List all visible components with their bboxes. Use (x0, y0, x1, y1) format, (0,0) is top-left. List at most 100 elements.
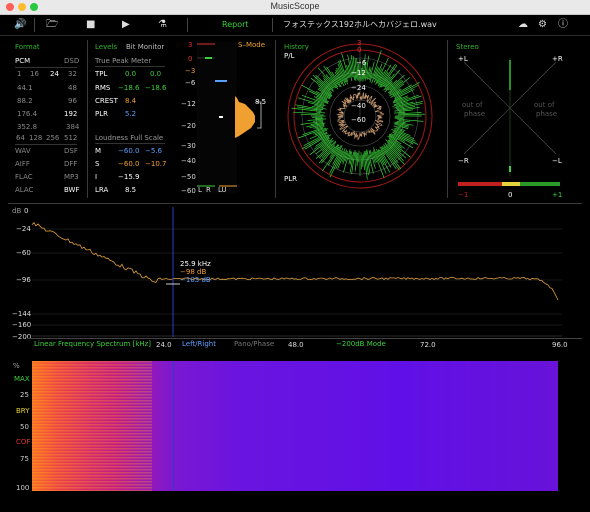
spectrum-plot (31, 207, 562, 337)
meter-tick-0: 0 (188, 55, 193, 63)
plr-label: PLR (95, 110, 108, 118)
type-wav[interactable]: WAV (15, 147, 31, 155)
bit-16[interactable]: 16 (30, 70, 39, 78)
tpl-label: TPL (95, 70, 108, 78)
history-ring-m24: −24 (351, 84, 366, 92)
cursor-value-left: −98 dB (180, 268, 207, 276)
spectrogram-label-bry: BRY (16, 407, 30, 415)
dsd-64[interactable]: 64 (16, 134, 25, 142)
s-right: −10.7 (145, 160, 167, 168)
spectrum-x-24: 24.0 (156, 341, 172, 349)
play-icon[interactable]: ▶ (122, 17, 130, 33)
correlation-bar-positive (520, 182, 560, 186)
bit-1[interactable]: 1 (17, 70, 21, 78)
type-dff[interactable]: DFF (64, 160, 77, 168)
history-ring-m40: −40 (351, 102, 366, 110)
meter-tick-m3: −3 (185, 67, 196, 75)
cloud-icon[interactable]: ☁ (518, 17, 528, 33)
dsd-128[interactable]: 128 (29, 134, 42, 142)
meter-foot-lu: LU (218, 186, 227, 194)
correlation-bar-negative (480, 182, 502, 186)
loudness-histogram (235, 96, 255, 138)
rate-192[interactable]: 192 (64, 110, 77, 118)
bit-32[interactable]: 32 (68, 70, 77, 78)
divider (8, 203, 582, 204)
divider (187, 18, 188, 32)
rate-384[interactable]: 384 (66, 123, 79, 131)
s-mode-label[interactable]: S–Mode (238, 41, 265, 49)
spectrogram-label-75: 75 (20, 455, 29, 463)
window-titlebar: MusicScope (0, 0, 590, 15)
lra-value: 8.5 (125, 186, 137, 194)
folder-icon[interactable]: 🗁 (46, 17, 58, 33)
spectrogram-label-percent: % (13, 362, 20, 370)
spectrogram-texture (32, 361, 152, 491)
left-right-tab[interactable]: Left/Right (182, 340, 216, 348)
true-peak-header: True Peak Meter (95, 57, 152, 65)
flask-icon[interactable]: ⚗ (158, 17, 167, 33)
info-icon[interactable]: ⓘ (558, 17, 568, 33)
s-label: S (95, 160, 100, 168)
type-flac[interactable]: FLAC (15, 173, 33, 181)
meter-tick-3: 3 (188, 41, 193, 49)
rate-48[interactable]: 48 (68, 84, 77, 92)
meter-tick-m12: −12 (181, 100, 196, 108)
report-button[interactable]: Report (222, 17, 249, 33)
toolbar: 🔊 🗁 ■ ▶ ⚗ Report フォステックス192ホルヘカバジェロ.wav … (0, 15, 590, 36)
levels-header: Levels (95, 43, 118, 51)
file-name: フォステックス192ホルヘカバジェロ.wav (283, 20, 437, 29)
spectrogram-label-100: 100 (16, 484, 30, 492)
tpl-right: 0.0 (150, 70, 162, 78)
tpl-left: 0.0 (125, 70, 137, 78)
rate-44-1[interactable]: 44.1 (17, 84, 33, 92)
i-value: −15.9 (118, 173, 140, 181)
stereo-scope (458, 58, 560, 186)
spectrum-x-96: 96.0 (552, 341, 568, 349)
pano-phase-tab[interactable]: Pano/Phase (234, 340, 274, 348)
meter-tick-m40: −40 (181, 157, 196, 165)
rate-96[interactable]: 96 (68, 97, 77, 105)
correlation-bar-negative (458, 182, 480, 186)
meter-foot-r: R (206, 186, 211, 194)
m-label: M (95, 147, 102, 155)
spectrum-mode-title[interactable]: Linear Frequency Spectrum [kHz] (34, 340, 151, 348)
cursor-frequency: 25.9 kHz (180, 260, 211, 268)
bit-24[interactable]: 24 (50, 70, 59, 78)
spectrogram-label-50: 50 (20, 423, 29, 431)
type-bwf[interactable]: BWF (64, 186, 80, 194)
gear-icon[interactable]: ⚙ (538, 17, 547, 33)
type-aiff[interactable]: AIFF (15, 160, 30, 168)
minus-200db-mode-tab[interactable]: −200dB Mode (336, 340, 386, 348)
rms-left: −18.6 (118, 84, 140, 92)
history-top-0: 0 (357, 46, 362, 54)
meter-bg (197, 42, 237, 194)
spectrogram-cursor-line[interactable] (173, 361, 174, 491)
dsd-label: DSD (64, 57, 80, 65)
stop-icon[interactable]: ■ (86, 17, 95, 33)
dsd-256[interactable]: 256 (46, 134, 59, 142)
meter-tick-m20: −20 (181, 122, 196, 130)
type-dsf[interactable]: DSF (64, 147, 78, 155)
rate-352-8[interactable]: 352.8 (17, 123, 37, 131)
rate-176-4[interactable]: 176.4 (17, 110, 37, 118)
pcm-label: PCM (15, 57, 31, 65)
spectrum-x-48: 48.0 (288, 341, 304, 349)
meter-tick-m60: −60 (181, 187, 196, 195)
correlation-plus-one: +1 (552, 191, 563, 199)
divider (87, 40, 88, 198)
meter-foot-l: L (198, 186, 202, 194)
loudness-header: Loudness Full Scale (95, 134, 164, 142)
type-alac[interactable]: ALAC (15, 186, 33, 194)
type-mp3[interactable]: MP3 (64, 173, 79, 181)
dsd-512[interactable]: 512 (64, 134, 77, 142)
bit-monitor-tab[interactable]: Bit Monitor (126, 43, 164, 51)
crest-label: CREST (95, 97, 118, 105)
divider (95, 66, 165, 67)
spectrogram-label-max: MAX (14, 375, 30, 383)
divider (34, 18, 35, 32)
volume-icon[interactable]: 🔊 (14, 17, 26, 33)
window-title: MusicScope (270, 1, 320, 11)
rate-88-2[interactable]: 88.2 (17, 97, 33, 105)
history-ring-m6: −6 (356, 59, 367, 67)
cursor-value-right: −103 dB (180, 276, 211, 284)
